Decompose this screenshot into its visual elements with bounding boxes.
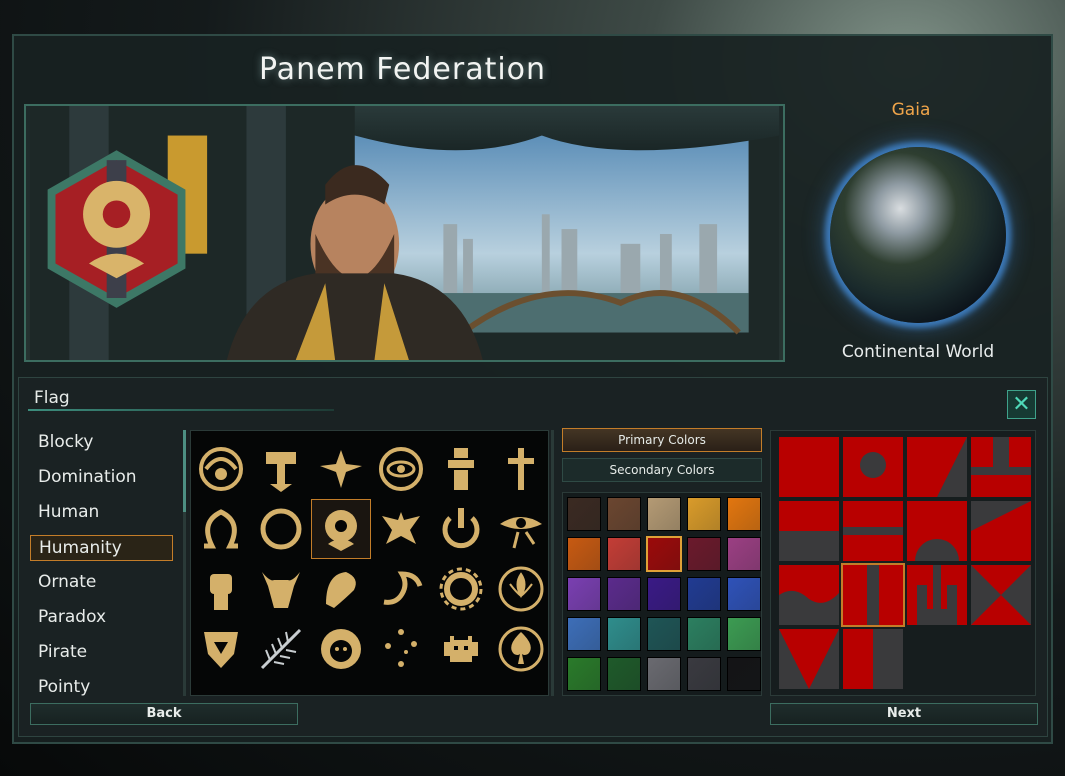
power-ring-emblem-icon[interactable] xyxy=(431,499,491,559)
flag-section-title: Flag xyxy=(34,388,70,408)
category-item[interactable]: Blocky xyxy=(30,430,173,456)
color-swatch[interactable] xyxy=(687,657,721,691)
wave-bottom-pattern[interactable] xyxy=(779,565,839,625)
spiral-shell-emblem-icon[interactable] xyxy=(191,439,251,499)
eagle-emblem-icon[interactable] xyxy=(371,499,431,559)
shield-eagle-emblem-icon[interactable] xyxy=(191,619,251,679)
category-item[interactable]: Ornate xyxy=(30,570,173,596)
color-swatch[interactable] xyxy=(647,577,681,611)
color-swatch[interactable] xyxy=(567,657,601,691)
section-underline xyxy=(28,409,334,411)
color-swatch[interactable] xyxy=(607,617,641,651)
tab-secondary-colors[interactable]: Secondary Colors xyxy=(562,458,762,482)
space-invader-emblem-icon[interactable] xyxy=(431,619,491,679)
emblem-category-list: Blocky Domination Human Humanity Ornate Parad… xyxy=(30,428,180,696)
gear-emblem-icon[interactable] xyxy=(431,559,491,619)
southern-cross-emblem-icon[interactable] xyxy=(371,619,431,679)
winged-bird-emblem-icon[interactable] xyxy=(311,439,371,499)
circle-top-pattern[interactable] xyxy=(843,437,903,497)
center-stripe-pattern[interactable] xyxy=(841,563,905,627)
spade-emblem-icon[interactable] xyxy=(491,619,548,679)
color-swatch-grid xyxy=(562,492,762,696)
color-swatch[interactable] xyxy=(687,537,721,571)
color-swatch[interactable] xyxy=(727,617,761,651)
homeworld-type: Continental World xyxy=(841,342,995,362)
lion-sea-emblem-icon[interactable] xyxy=(311,559,371,619)
mockingjay-sunburst-emblem-icon[interactable] xyxy=(311,499,371,559)
homeworld-name: Gaia xyxy=(891,100,931,120)
mjolnir-emblem-icon[interactable] xyxy=(251,439,311,499)
category-item[interactable]: Domination xyxy=(30,465,173,491)
background-pattern-grid xyxy=(770,430,1036,696)
planet-globe xyxy=(830,147,1006,323)
close-button[interactable]: ✕ xyxy=(1007,390,1036,419)
eye-of-horus-emblem-icon[interactable] xyxy=(491,499,548,559)
color-swatch[interactable] xyxy=(607,537,641,571)
half-horizontal-pattern[interactable] xyxy=(779,501,839,561)
close-x-icon: ✕ xyxy=(1012,392,1031,417)
bowtie-pattern[interactable] xyxy=(971,565,1031,625)
raised-fist-emblem-icon[interactable] xyxy=(191,559,251,619)
empire-name: Panem Federation xyxy=(258,52,547,87)
empire-scene xyxy=(24,104,785,362)
category-item[interactable]: Paradox xyxy=(30,605,173,631)
color-swatch[interactable] xyxy=(727,577,761,611)
tab-primary-colors[interactable]: Primary Colors xyxy=(562,428,762,452)
fleur-de-lis-emblem-icon[interactable] xyxy=(491,559,548,619)
color-swatch[interactable] xyxy=(607,497,641,531)
emblem-scrollbar[interactable] xyxy=(551,430,554,696)
cross-emblem-icon[interactable] xyxy=(491,439,548,499)
diagonal-corner-pattern[interactable] xyxy=(971,501,1031,561)
color-swatch[interactable] xyxy=(647,657,681,691)
triangle-down-pattern[interactable] xyxy=(779,629,839,689)
color-swatch[interactable] xyxy=(567,617,601,651)
omega-emblem-icon[interactable] xyxy=(191,499,251,559)
color-swatch[interactable] xyxy=(647,497,681,531)
color-swatch[interactable] xyxy=(607,577,641,611)
color-swatch[interactable] xyxy=(727,537,761,571)
trident-pattern[interactable] xyxy=(907,565,967,625)
scene-illustration xyxy=(29,106,780,360)
category-item[interactable]: Human xyxy=(30,500,173,526)
color-swatch[interactable] xyxy=(567,537,601,571)
category-scrollbar[interactable] xyxy=(183,430,186,696)
color-swatch[interactable] xyxy=(687,497,721,531)
bar-horizontal-pattern[interactable] xyxy=(843,501,903,561)
category-item[interactable]: Pirate xyxy=(30,640,173,666)
color-swatch[interactable] xyxy=(727,497,761,531)
color-swatch[interactable] xyxy=(687,577,721,611)
half-circle-pattern[interactable] xyxy=(907,501,967,561)
scorpion-emblem-icon[interactable] xyxy=(371,559,431,619)
back-button[interactable]: Back xyxy=(30,703,298,725)
color-swatch[interactable] xyxy=(647,617,681,651)
color-swatch[interactable] xyxy=(646,536,682,572)
bull-head-emblem-icon[interactable] xyxy=(251,559,311,619)
category-item[interactable]: Pointy xyxy=(30,675,173,696)
category-scroll-thumb[interactable] xyxy=(183,430,186,512)
color-swatch[interactable] xyxy=(567,577,601,611)
ouroboros-ring-emblem-icon[interactable] xyxy=(251,499,311,559)
notched-top-pattern[interactable] xyxy=(971,437,1031,497)
eye-circle-emblem-icon[interactable] xyxy=(371,439,431,499)
split-vertical-pattern[interactable] xyxy=(779,437,839,497)
color-swatch[interactable] xyxy=(687,617,721,651)
color-swatch[interactable] xyxy=(727,657,761,691)
next-button[interactable]: Next xyxy=(770,703,1038,725)
split-half-right-pattern[interactable] xyxy=(843,629,903,689)
fern-leaf-emblem-icon[interactable] xyxy=(251,619,311,679)
lion-face-emblem-icon[interactable] xyxy=(311,619,371,679)
diagonal-triangles-pattern[interactable] xyxy=(907,437,967,497)
emblem-grid xyxy=(190,430,549,696)
totem-emblem-icon[interactable] xyxy=(431,439,491,499)
color-swatch[interactable] xyxy=(567,497,601,531)
color-swatch[interactable] xyxy=(607,657,641,691)
category-item[interactable]: Humanity xyxy=(30,535,173,561)
